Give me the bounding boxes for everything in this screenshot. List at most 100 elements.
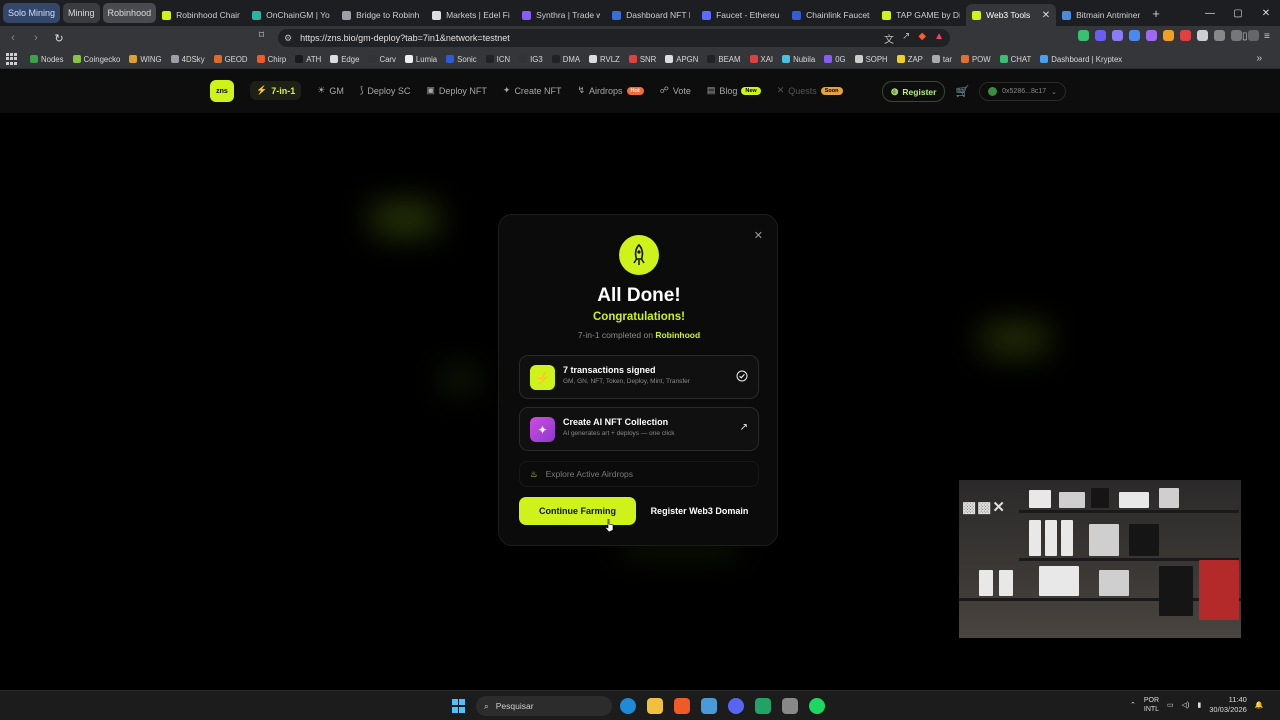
bookmark-item[interactable]: ZAP	[896, 55, 923, 64]
chevron-up-icon[interactable]: ⌃	[1130, 701, 1136, 709]
browser-tab[interactable]: Robinhood Chain	[156, 4, 246, 26]
bookmarks-overflow-icon[interactable]: »	[1256, 53, 1262, 64]
explore-airdrops-link[interactable]: ♨ Explore Active Airdrops	[519, 461, 759, 487]
bookmark-item[interactable]: WING	[129, 55, 162, 64]
bookmark-item[interactable]: 0G	[824, 55, 846, 64]
apps-grid-icon[interactable]	[6, 53, 18, 65]
browser-tab[interactable]: Markets | Edel Fin	[426, 4, 516, 26]
calculator-icon[interactable]	[782, 698, 798, 714]
bookmark-item[interactable]: 4DSky	[170, 55, 205, 64]
brave-rewards-icon[interactable]: ▲	[934, 31, 944, 46]
close-tab-icon[interactable]: ✕	[1042, 10, 1050, 21]
extension-icon[interactable]	[1180, 30, 1191, 41]
bookmark-item[interactable]: Nubila	[782, 55, 815, 64]
file-explorer-icon[interactable]	[647, 698, 663, 714]
back-icon[interactable]: ‹	[3, 28, 23, 48]
bookmark-item[interactable]: Edge	[330, 55, 359, 64]
address-bar[interactable]: ⚙ https://zns.bio/gm-deploy?tab=7in1&net…	[278, 29, 950, 47]
clock[interactable]: 11:40 30/03/2026	[1209, 695, 1247, 715]
close-window-icon[interactable]: ✕	[1252, 0, 1280, 26]
browser-tab[interactable]: Faucet - Ethereum	[696, 4, 786, 26]
notepad-icon[interactable]	[701, 698, 717, 714]
bookmark-item[interactable]: Sonic	[446, 55, 477, 64]
nav-item-gm[interactable]: ☀ GM	[317, 85, 344, 96]
browser-tab[interactable]: Bitmain Antminer	[1056, 4, 1146, 26]
bookmark-item[interactable]: BEAM	[707, 55, 741, 64]
nav-item-deploy-sc[interactable]: ⟆ Deploy SC	[360, 85, 411, 96]
nav-item-vote[interactable]: ☍ Vote	[660, 85, 691, 96]
browser-tab[interactable]: TAP GAME by Dis	[876, 4, 966, 26]
extension-icon[interactable]	[1129, 30, 1140, 41]
forward-icon[interactable]: ›	[26, 28, 46, 48]
nav-item-7-in-1[interactable]: ⚡ 7-in-1	[250, 81, 302, 100]
discord-icon[interactable]	[728, 698, 744, 714]
tab-group-robinhood[interactable]: Robinhood	[102, 3, 157, 23]
language-indicator[interactable]: POR INTL	[1144, 696, 1159, 714]
extension-icon[interactable]	[1112, 30, 1123, 41]
extension-icon[interactable]	[1095, 30, 1106, 41]
nav-item-deploy-nft[interactable]: ▣ Deploy NFT	[426, 85, 487, 96]
create-ai-nft-card[interactable]: ✦ Create AI NFT Collection AI generates …	[519, 407, 759, 451]
network-icon[interactable]: ▭	[1167, 701, 1174, 709]
brave-icon[interactable]	[674, 698, 690, 714]
screenshot-icon[interactable]	[1248, 30, 1259, 41]
share-icon[interactable]: ↗	[902, 31, 910, 46]
browser-tab[interactable]: Dashboard NFT L	[606, 4, 696, 26]
bookmark-item[interactable]: GEOD	[213, 55, 248, 64]
bookmark-item[interactable]: IG3	[519, 55, 543, 64]
bookmark-item[interactable]: APGN	[665, 55, 698, 64]
puzzle-icon[interactable]	[1214, 30, 1225, 41]
battery-icon[interactable]: ▮	[1197, 701, 1201, 709]
bookmark-item[interactable]: Dashboard | Kryptex	[1040, 55, 1122, 64]
site-info-icon[interactable]: ⚙	[284, 33, 292, 44]
nav-item-quests[interactable]: ✕ Quests Soon	[777, 85, 843, 96]
register-web3-domain-button[interactable]: Register Web3 Domain	[640, 497, 759, 525]
excel-icon[interactable]	[755, 698, 771, 714]
tab-group-solo-mining[interactable]: Solo Mining	[3, 3, 61, 23]
notifications-icon[interactable]: 🔔	[1255, 701, 1264, 709]
continue-farming-button[interactable]: Continue Farming	[519, 497, 636, 525]
bookmark-item[interactable]: Carv	[368, 55, 396, 64]
bookmark-item[interactable]: Lumia	[404, 55, 437, 64]
extension-icon[interactable]	[1163, 30, 1174, 41]
maximize-icon[interactable]: ▢	[1224, 0, 1252, 26]
browser-tab[interactable]: OnChainGM | You	[246, 4, 336, 26]
spotify-icon[interactable]	[809, 698, 825, 714]
zns-logo[interactable]: zns	[210, 80, 234, 102]
bookmark-item[interactable]: tar	[931, 55, 952, 64]
url-text[interactable]: https://zns.bio/gm-deploy?tab=7in1&netwo…	[300, 33, 510, 43]
bookmark-item[interactable]: SNR	[628, 55, 656, 64]
browser-tab[interactable]: Synthra | Trade w	[516, 4, 606, 26]
extension-icon[interactable]	[1078, 30, 1089, 41]
bookmark-item[interactable]: Coingecko	[72, 55, 120, 64]
reload-icon[interactable]: ↻	[49, 28, 69, 48]
browser-tab[interactable]: Chainlink Faucets	[786, 4, 876, 26]
minimize-icon[interactable]: —	[1196, 0, 1224, 26]
menu-icon[interactable]: ≡	[1264, 31, 1270, 42]
bookmark-item[interactable]: DMA	[551, 55, 580, 64]
taskbar-search[interactable]: ⌕ Pesquisar	[476, 696, 612, 716]
bookmark-item[interactable]: ICN	[485, 55, 510, 64]
nav-item-airdrops[interactable]: ↯ Airdrops Hot	[577, 85, 644, 96]
cart-icon[interactable]: 🛒	[955, 85, 969, 98]
browser-tab[interactable]: Bridge to Robinh	[336, 4, 426, 26]
downloads-icon[interactable]	[1231, 30, 1242, 41]
sidebar-icon[interactable]: ▯	[1242, 31, 1248, 42]
windows-start-icon[interactable]	[452, 699, 466, 713]
bookmark-item[interactable]: SOPH	[854, 55, 888, 64]
bookmark-item[interactable]: Nodes	[30, 55, 64, 64]
wallet-button[interactable]: 0x5286...8c17 ⌄	[979, 82, 1066, 101]
close-icon[interactable]: ✕	[754, 229, 763, 242]
edge-icon[interactable]	[620, 698, 636, 714]
bookmark-page-icon[interactable]: ⌑	[259, 30, 264, 41]
volume-icon[interactable]: ◁)	[1182, 701, 1190, 709]
nav-item-create-nft[interactable]: ✦ Create NFT	[503, 85, 562, 96]
bookmark-item[interactable]: ATH	[295, 55, 321, 64]
register-button[interactable]: ◍ Register	[882, 81, 946, 102]
translate-icon[interactable]: 文	[884, 31, 894, 46]
bookmark-item[interactable]: POW	[960, 55, 991, 64]
brave-shield-icon[interactable]: ◆	[918, 31, 926, 46]
bookmark-item[interactable]: Chirp	[256, 55, 286, 64]
bookmark-item[interactable]: XAI	[749, 55, 773, 64]
extension-icon[interactable]	[1197, 30, 1208, 41]
